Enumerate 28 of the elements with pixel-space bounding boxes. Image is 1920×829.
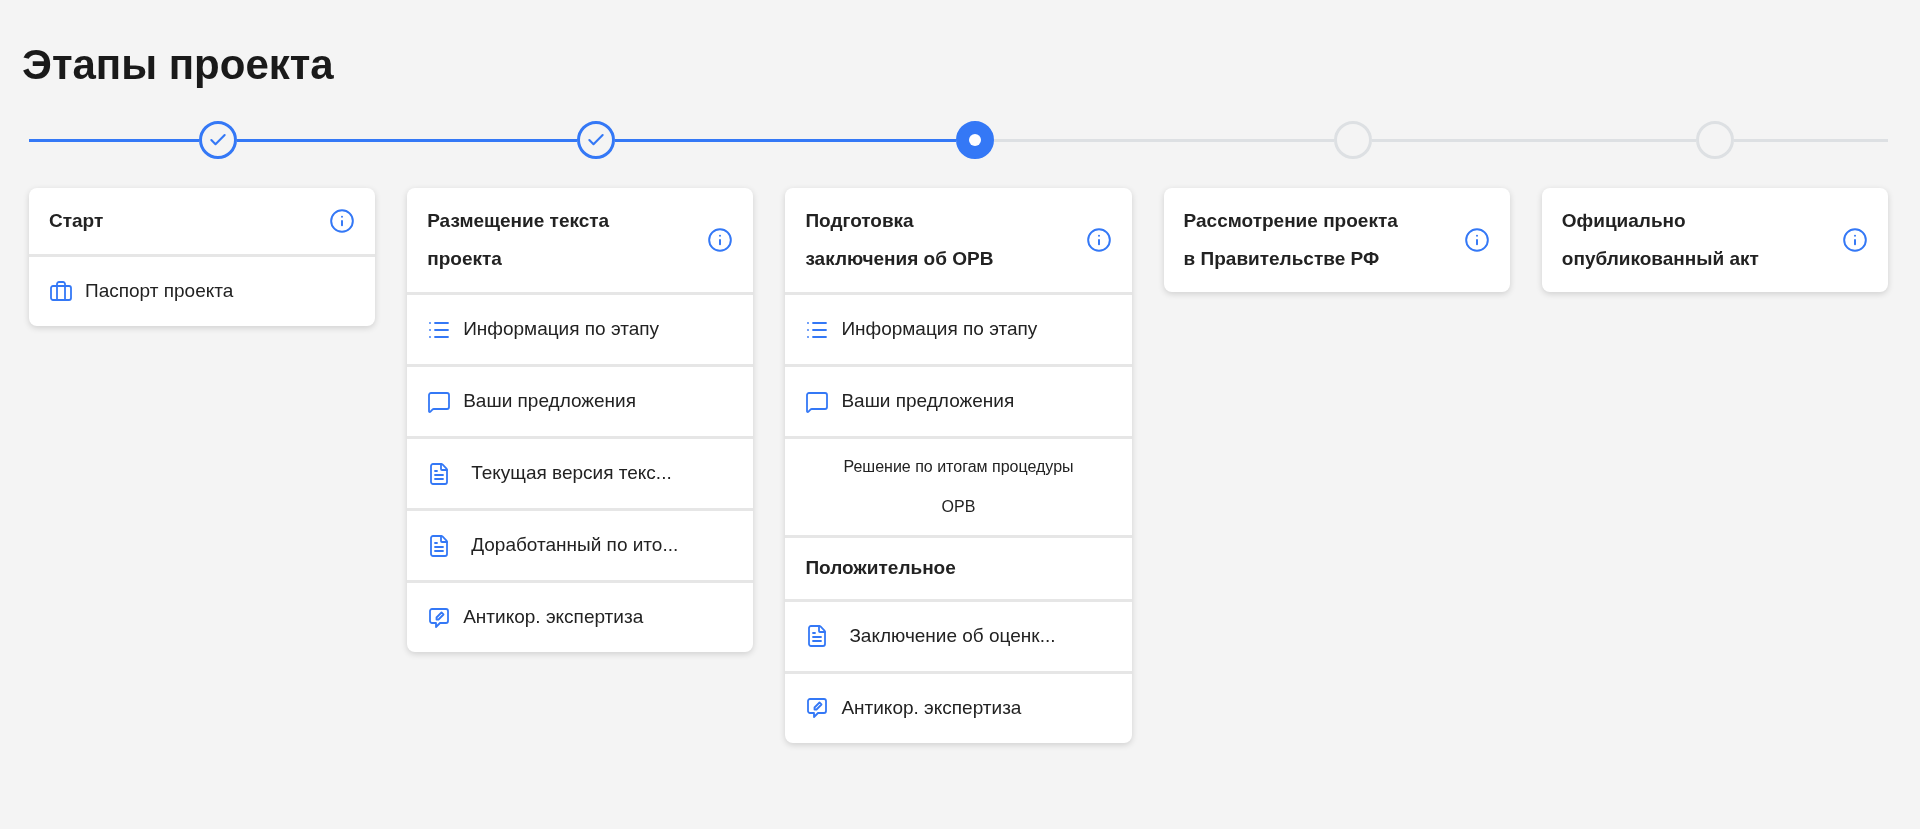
decision-label: Решение по итогам процедуры ОРВ	[842, 457, 1075, 517]
stage-link[interactable]: Заключение об оценк...	[805, 621, 1056, 651]
page-title: Этапы проекта	[22, 40, 335, 90]
briefcase-icon	[49, 279, 73, 304]
stage-title: Размещение текста проекта	[427, 209, 611, 271]
stage-link[interactable]: Информация по этапу	[805, 315, 1038, 344]
stage-link[interactable]: Доработанный по ито...	[427, 531, 679, 560]
info-icon[interactable]	[1085, 227, 1112, 253]
stage-link[interactable]: Информация по этапу	[427, 315, 660, 344]
stage-link[interactable]: Антикор. экспертиза	[427, 603, 644, 632]
info-icon[interactable]	[1463, 227, 1490, 253]
stage-title: Официально опубликованный акт	[1561, 209, 1760, 271]
stage-title: Подготовка заключения об ОРВ	[805, 209, 995, 271]
info-icon[interactable]	[329, 208, 356, 234]
decision-status: Положительное	[805, 557, 956, 578]
info-icon[interactable]	[707, 227, 734, 253]
stage-link[interactable]: Ваши предложения	[805, 387, 1015, 416]
stage-link[interactable]: Антикор. экспертиза	[805, 693, 1022, 723]
stage-link[interactable]: Паспорт проекта	[49, 277, 234, 306]
stage-link[interactable]: Текущая версия текс...	[427, 459, 672, 488]
stage-title: Старт	[49, 209, 104, 233]
comment-pencil-icon	[805, 696, 830, 720]
stage-link[interactable]: Ваши предложения	[427, 387, 636, 416]
stage-title: Рассмотрение проекта в Правительстве РФ	[1183, 209, 1399, 271]
comment-pencil-icon	[427, 605, 452, 630]
comment-icon	[805, 389, 830, 414]
info-icon[interactable]	[1842, 227, 1868, 253]
comment-icon	[427, 389, 452, 414]
